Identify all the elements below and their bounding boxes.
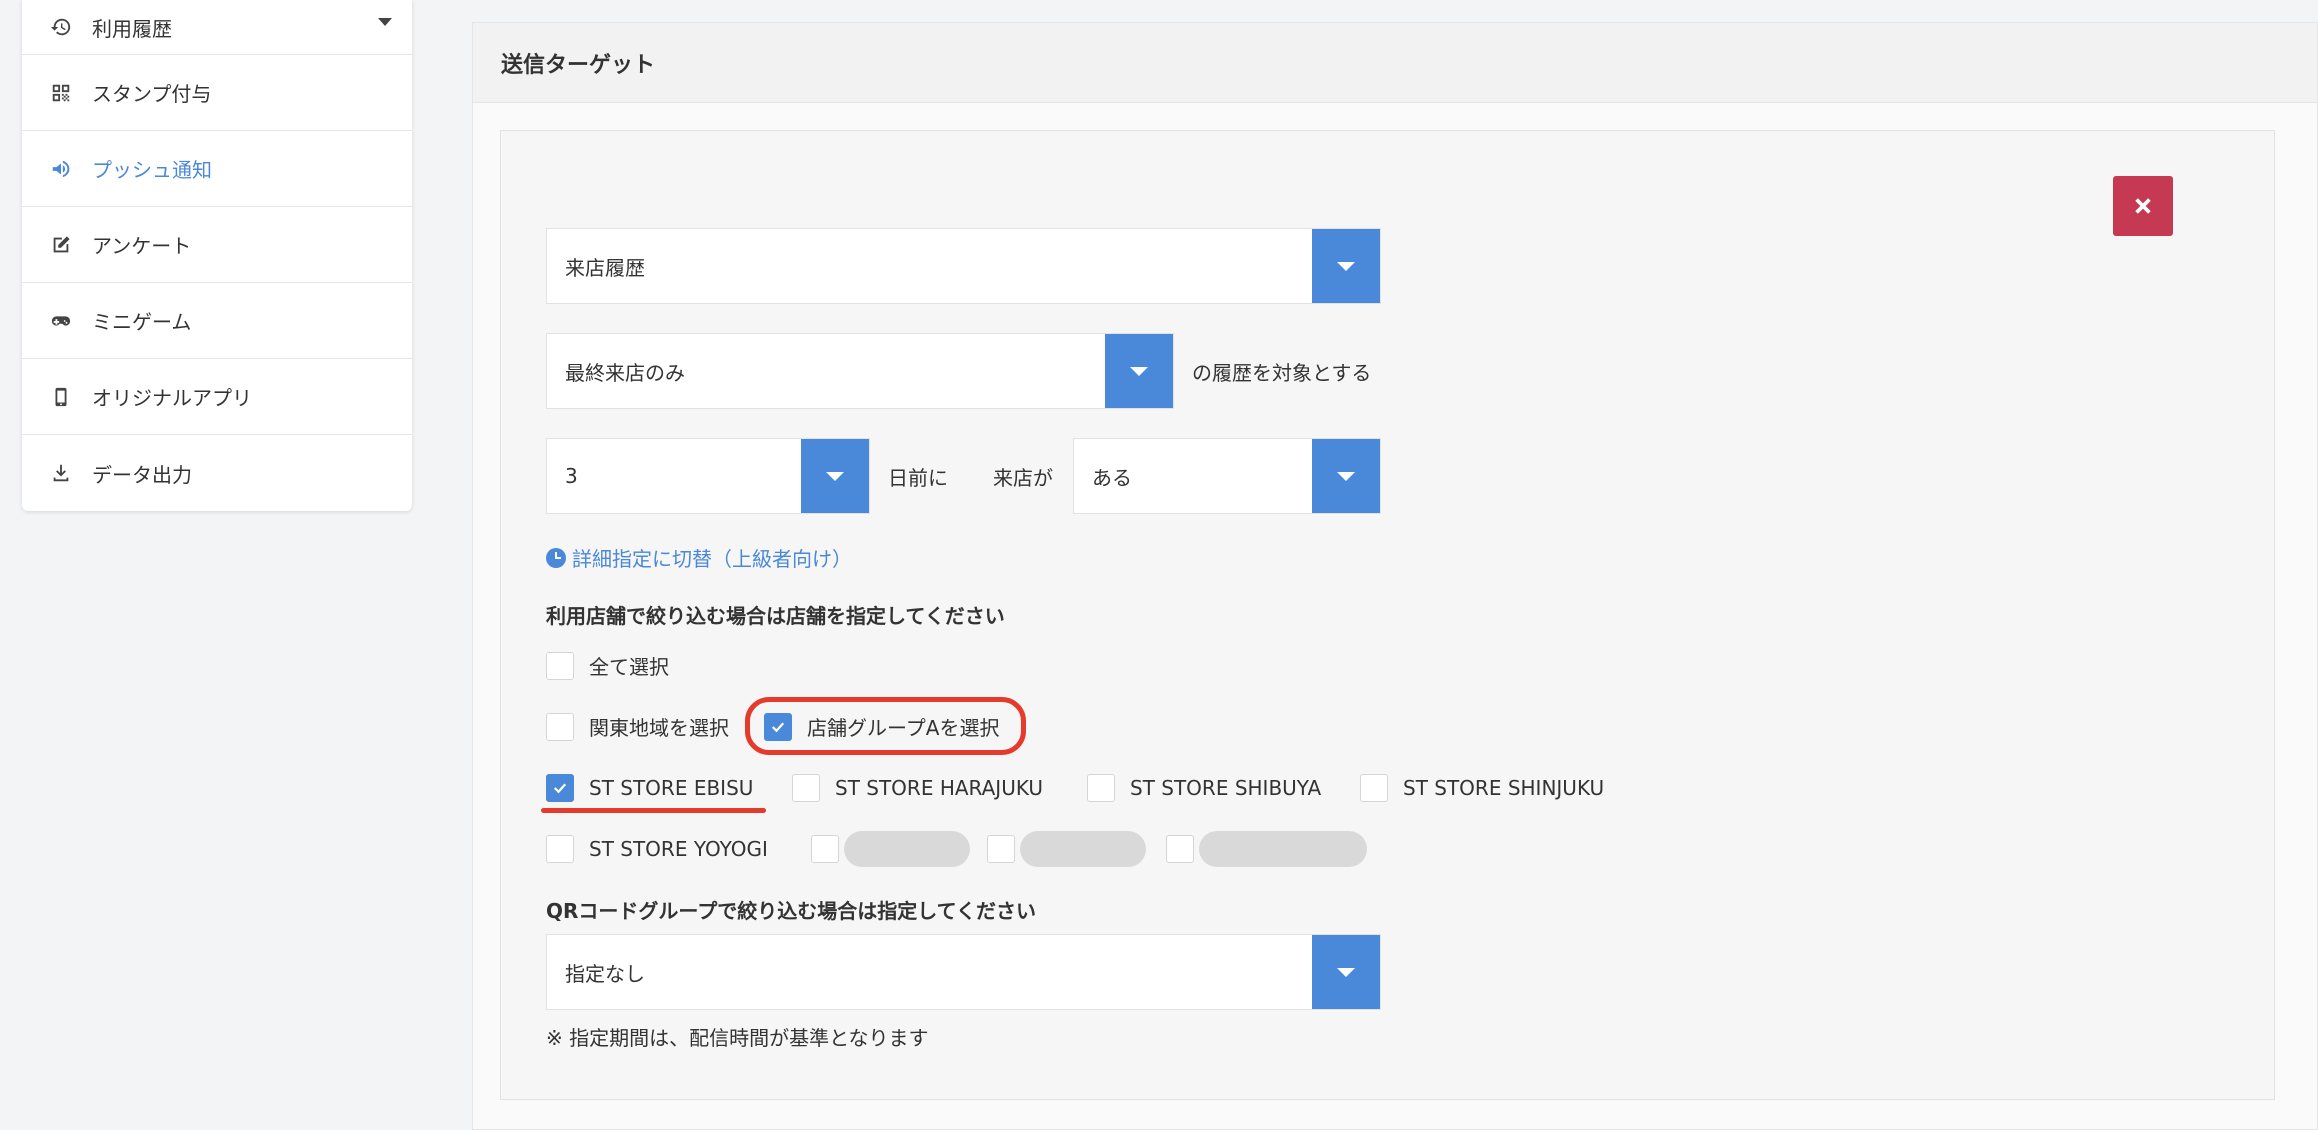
days-select[interactable]: 3 [546,438,870,514]
checkbox-box [987,835,1015,863]
gamepad-icon [50,310,72,332]
checkbox-label: 全て選択 [589,655,669,679]
sidebar-item-label: 利用履歴 [92,16,172,41]
checkbox-box [546,712,574,741]
sidebar-item-push-notification[interactable]: プッシュ通知 [22,131,412,207]
chevron-down-icon [801,439,869,513]
sidebar-item-label: プッシュ通知 [92,158,212,182]
checkbox-box [1360,774,1388,802]
chevron-down-icon [1312,229,1380,303]
store-harajuku-checkbox[interactable]: ST STORE HARAJUKU [792,774,1043,802]
redacted-label [1199,831,1367,867]
target-condition-box: 来店履歴 最終来店のみ の履歴を対象とする 3 日前に 来店が ある 詳細指定に… [500,130,2275,1100]
checkbox-label: ST STORE SHIBUYA [1130,776,1322,800]
check-icon [771,721,785,732]
target-panel: 送信ターゲット 来店履歴 最終来店のみ の履歴を対象とする 3 日前に 来店が … [472,22,2318,1130]
sidebar-item-data-export[interactable]: データ出力 [22,435,412,511]
clock-icon [546,547,566,568]
qr-section-label: QRコードグループで絞り込む場合は指定してください [546,899,1037,923]
sidebar-item-stamp[interactable]: スタンプ付与 [22,55,412,131]
store-shinjuku-checkbox[interactable]: ST STORE SHINJUKU [1360,774,1604,802]
sidebar-item-survey[interactable]: アンケート [22,207,412,283]
checkbox-box [1166,835,1194,863]
history-icon [50,16,72,38]
chevron-down-icon [1105,334,1173,408]
advanced-mode-label: 詳細指定に切替（上級者向け） [572,547,852,571]
store-redacted-checkbox[interactable] [811,831,970,867]
remove-condition-button[interactable] [2113,176,2173,236]
group-a-checkbox[interactable]: 店舗グループAを選択 [764,712,999,741]
underline-annotation [541,808,766,813]
store-redacted-checkbox[interactable] [987,831,1146,867]
store-shibuya-checkbox[interactable]: ST STORE SHIBUYA [1087,774,1321,802]
group-kanto-checkbox[interactable]: 関東地域を選択 [546,712,729,741]
store-ebisu-checkbox[interactable]: ST STORE EBISU [546,774,753,802]
qr-code-icon [50,82,72,104]
chevron-down-icon [378,18,392,26]
panel-title: 送信ターゲット [473,23,2317,103]
sidebar-item-original-app[interactable]: オリジナルアプリ [22,359,412,435]
megaphone-icon [50,158,72,180]
checkbox-label: 店舗グループAを選択 [807,716,1000,740]
store-redacted-checkbox[interactable] [1166,831,1367,867]
close-icon [2135,198,2151,214]
mobile-phone-icon [50,386,72,408]
visit-label: 来店が [993,466,1053,490]
checkbox-box [792,774,820,802]
download-icon [50,462,72,484]
sidebar-item-label: オリジナルアプリ [92,386,252,410]
sidebar-item-label: アンケート [92,234,192,258]
sidebar-item-label: データ出力 [92,462,192,487]
select-all-checkbox[interactable]: 全て選択 [546,651,669,680]
sidebar-item-label: ミニゲーム [92,310,192,334]
checkbox-box [764,712,792,741]
history-type-select[interactable]: 来店履歴 [546,228,1381,304]
qr-group-select[interactable]: 指定なし [546,934,1381,1010]
checkbox-label: ST STORE SHINJUKU [1403,776,1605,800]
chevron-down-icon [1312,439,1380,513]
redacted-label [1020,831,1146,867]
checkbox-box [1087,774,1115,802]
visit-select[interactable]: ある [1073,438,1381,514]
days-suffix: 日前に [888,466,948,490]
checkbox-label: ST STORE EBISU [589,776,754,800]
store-section-label: 利用店舗で絞り込む場合は店舗を指定してください [546,604,1005,628]
history-scope-select[interactable]: 最終来店のみ [546,333,1174,409]
history-scope-value: 最終来店のみ [565,360,685,385]
chevron-down-icon [1312,935,1380,1009]
qr-group-value: 指定なし [565,961,645,986]
edit-icon [50,234,72,256]
checkbox-box [546,835,574,863]
advanced-mode-link[interactable]: 詳細指定に切替（上級者向け） [546,543,852,572]
checkbox-box [546,651,574,680]
checkbox-box [546,774,574,802]
checkbox-label: ST STORE HARAJUKU [835,776,1044,800]
sidebar-item-usage-history[interactable]: 利用履歴 [22,0,412,55]
checkbox-box [811,835,839,863]
checkbox-label: 関東地域を選択 [589,716,729,740]
history-type-value: 来店履歴 [565,255,645,280]
history-scope-suffix: の履歴を対象とする [1192,361,1372,385]
sidebar-item-label: スタンプ付与 [92,82,212,106]
period-note: ※ 指定期間は、配信時間が基準となります [546,1026,929,1050]
days-value: 3 [565,464,578,488]
visit-value: ある [1092,465,1132,490]
check-icon [553,783,567,794]
checkbox-label: ST STORE YOYOGI [589,837,768,861]
sidebar-item-mini-game[interactable]: ミニゲーム [22,283,412,359]
sidebar: 利用履歴 スタンプ付与 プッシュ通知 アンケート ミニゲーム オリジナルアプリ [22,0,412,511]
store-yoyogi-checkbox[interactable]: ST STORE YOYOGI [546,835,768,863]
redacted-label [844,831,970,867]
